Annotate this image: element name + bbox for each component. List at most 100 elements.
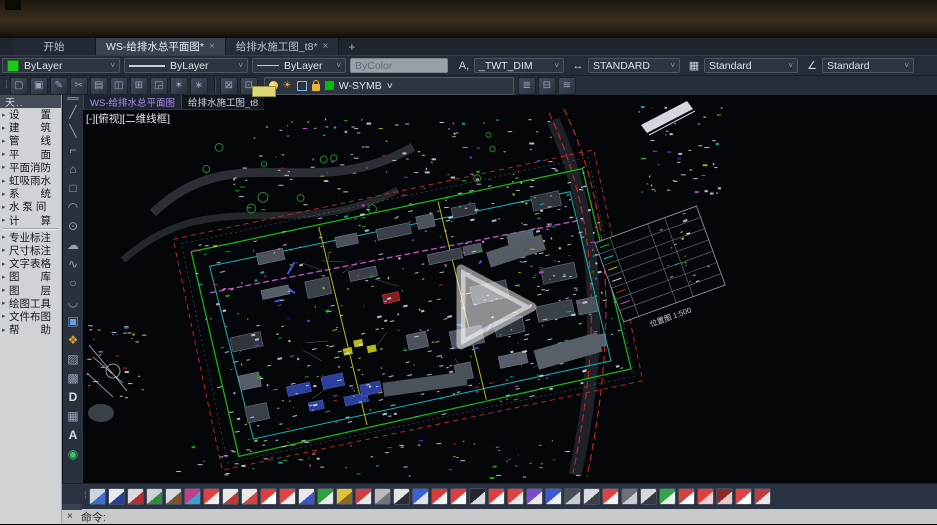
viewport-controls-label[interactable]: [-][俯视][二维线框]	[86, 111, 170, 126]
layer-state-icon-1[interactable]: ⊟	[538, 77, 556, 95]
bottom-tool-icon-27[interactable]	[602, 488, 619, 505]
menu-item-1-4[interactable]: ▸图 层	[0, 283, 61, 296]
mleader-style-control[interactable]: Standard ˅	[822, 58, 914, 73]
menu-item-0-4[interactable]: ▸平面消防	[0, 161, 61, 174]
line-icon[interactable]: ╱	[63, 102, 84, 121]
layer-control[interactable]: ☀ W-SYMB ˅	[264, 77, 514, 95]
bottom-tool-icon-4[interactable]	[165, 488, 182, 505]
menu-item-1-6[interactable]: ▸文件布图	[0, 310, 61, 323]
layer-tool-icon-0[interactable]: ⊠	[220, 77, 238, 95]
bottom-tool-icon-7[interactable]	[222, 488, 239, 505]
bottom-tool-icon-24[interactable]	[545, 488, 562, 505]
modify-tool-icon-1[interactable]: ▣	[30, 77, 48, 95]
new-tab-button[interactable]: +	[339, 38, 364, 55]
lineweight-control[interactable]: ByLayer ˅	[252, 58, 346, 73]
text-style-control[interactable]: _TWT_DIM ˅	[474, 58, 564, 73]
menu-item-0-1[interactable]: ▸建 筑	[0, 121, 61, 134]
circle-icon[interactable]: ⊙	[63, 216, 84, 235]
insert-block-icon[interactable]: ▣	[63, 311, 84, 330]
bottom-tool-icon-15[interactable]	[374, 488, 391, 505]
file-tab-0[interactable]: WS-给排水总平面图*×	[96, 38, 226, 55]
solid-hatch-icon[interactable]: ▩	[63, 368, 84, 387]
bottom-tool-icon-33[interactable]	[716, 488, 733, 505]
ellipse-icon[interactable]: ○	[63, 273, 84, 292]
layer-viewport-icon[interactable]	[297, 81, 307, 91]
bottom-tool-icon-9[interactable]	[260, 488, 277, 505]
toolbar-grip[interactable]: ⁞	[84, 491, 86, 502]
command-window-grip[interactable]	[62, 504, 82, 510]
close-icon[interactable]: ×	[67, 511, 73, 522]
dim-style-control[interactable]: STANDARD ˅	[588, 58, 680, 73]
point-style-icon[interactable]: ◉	[63, 444, 84, 463]
menu-panel-header[interactable]: 天..	[0, 95, 61, 108]
menu-item-0-2[interactable]: ▸管 线	[0, 134, 61, 147]
spline-icon[interactable]: ∿	[63, 254, 84, 273]
command-line-window[interactable]: × 命令:	[62, 509, 937, 524]
modify-tool-icon-4[interactable]: ▤	[90, 77, 108, 95]
text-icon[interactable]: A	[63, 425, 84, 444]
tab-close-icon[interactable]: ×	[323, 41, 329, 52]
menu-item-0-0[interactable]: ▸设 置	[0, 108, 61, 121]
doc-tab-1[interactable]: 给排水施工图_t8	[182, 95, 264, 109]
bottom-tool-icon-6[interactable]	[203, 488, 220, 505]
modify-tool-icon-7[interactable]: ◲	[150, 77, 168, 95]
toolbar-grip[interactable]: ══	[67, 95, 78, 102]
rectangle-icon[interactable]: □	[63, 178, 84, 197]
bottom-tool-icon-2[interactable]	[127, 488, 144, 505]
modify-tool-icon-3[interactable]: ✂	[70, 77, 88, 95]
menu-item-1-7[interactable]: ▸帮 助	[0, 323, 61, 336]
menu-item-1-0[interactable]: ▸专业标注	[0, 231, 61, 244]
bottom-tool-icon-8[interactable]	[241, 488, 258, 505]
ellipse-arc-icon[interactable]: ◡	[63, 292, 84, 311]
table-icon[interactable]: ▦	[63, 406, 84, 425]
bottom-tool-icon-13[interactable]	[336, 488, 353, 505]
tab-close-icon[interactable]: ×	[209, 41, 215, 52]
bottom-tool-icon-28[interactable]	[621, 488, 638, 505]
arc-icon[interactable]: ◠	[63, 197, 84, 216]
modify-tool-icon-2[interactable]: ✎	[50, 77, 68, 95]
bottom-tool-icon-21[interactable]	[488, 488, 505, 505]
tab-start[interactable]: 开始	[13, 38, 96, 55]
bottom-tool-icon-29[interactable]	[640, 488, 657, 505]
bottom-tool-icon-17[interactable]	[412, 488, 429, 505]
table-style-control[interactable]: Standard ˅	[704, 58, 798, 73]
bottom-tool-icon-14[interactable]	[355, 488, 372, 505]
menu-item-1-3[interactable]: ▸图 库	[0, 270, 61, 283]
linetype-control[interactable]: ByLayer ˅	[124, 58, 248, 73]
bottom-tool-icon-35[interactable]	[754, 488, 771, 505]
modify-tool-icon-5[interactable]: ◫	[110, 77, 128, 95]
menu-item-0-5[interactable]: ▸虹吸雨水	[0, 174, 61, 187]
bottom-tool-icon-0[interactable]	[89, 488, 106, 505]
bottom-tool-icon-20[interactable]	[469, 488, 486, 505]
modify-tool-icon-8[interactable]: ✶	[170, 77, 188, 95]
bottom-tool-icon-26[interactable]	[583, 488, 600, 505]
text-style-icon[interactable]: A,	[456, 58, 472, 74]
layer-unlock-icon[interactable]	[312, 84, 320, 91]
bottom-tool-icon-19[interactable]	[450, 488, 467, 505]
pline-arc-icon[interactable]: ⌐	[63, 140, 84, 159]
menu-item-1-1[interactable]: ▸尺寸标注	[0, 244, 61, 257]
dim-style-icon[interactable]: ↔	[570, 58, 586, 74]
modify-tool-icon-9[interactable]: ∗	[190, 77, 208, 95]
block-attrib-icon[interactable]: ❖	[63, 330, 84, 349]
bottom-tool-icon-1[interactable]	[108, 488, 125, 505]
menu-item-0-7[interactable]: ▸水 泵 间	[0, 200, 61, 213]
bottom-tool-icon-31[interactable]	[678, 488, 695, 505]
bottom-tool-icon-11[interactable]	[298, 488, 315, 505]
modify-tool-icon-6[interactable]: ⊞	[130, 77, 148, 95]
layer-state-icon-2[interactable]: ≋	[558, 77, 576, 95]
bottom-tool-icon-22[interactable]	[507, 488, 524, 505]
revcloud-icon[interactable]: ☁	[63, 235, 84, 254]
doc-tab-0[interactable]: WS-给排水总平面图	[83, 95, 182, 109]
bottom-tool-icon-16[interactable]	[393, 488, 410, 505]
bottom-tool-icon-5[interactable]	[184, 488, 201, 505]
drawing-canvas[interactable]: WS-给排水总平面图给排水施工图_t8 [-][俯视][二维线框] 位置图 1:…	[83, 95, 937, 483]
layer-thaw-icon[interactable]: ☀	[283, 81, 292, 91]
menu-item-0-8[interactable]: ▸计 算	[0, 214, 61, 227]
menu-item-0-6[interactable]: ▸系 统	[0, 187, 61, 200]
menu-item-0-3[interactable]: ▸平 面	[0, 148, 61, 161]
polyline-icon[interactable]: ╲	[63, 121, 84, 140]
bottom-tool-icon-30[interactable]	[659, 488, 676, 505]
bottom-tool-icon-18[interactable]	[431, 488, 448, 505]
table-style-icon[interactable]: ▦	[686, 58, 702, 74]
